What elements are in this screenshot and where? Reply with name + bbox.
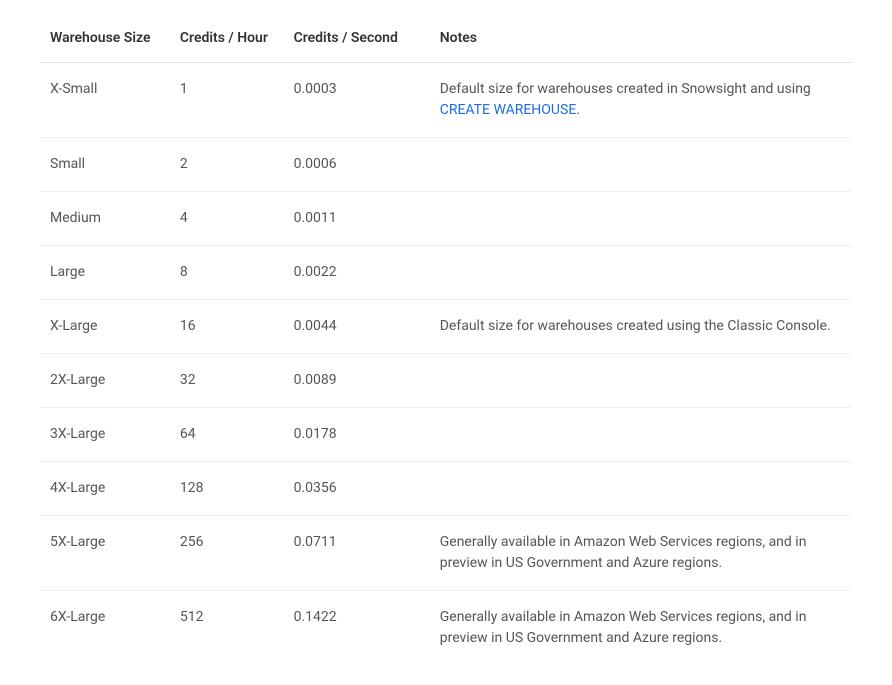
cell-cph: 64 bbox=[170, 408, 284, 462]
cell-cps: 0.1422 bbox=[284, 591, 430, 666]
cell-cph: 512 bbox=[170, 591, 284, 666]
cell-size: Large bbox=[40, 246, 170, 300]
cell-size: Small bbox=[40, 138, 170, 192]
table-row: 3X-Large 64 0.0178 bbox=[40, 408, 852, 462]
cell-cph: 16 bbox=[170, 300, 284, 354]
cell-cps: 0.0022 bbox=[284, 246, 430, 300]
table-header-row: Warehouse Size Credits / Hour Credits / … bbox=[40, 20, 852, 63]
cell-size: 4X-Large bbox=[40, 462, 170, 516]
cell-cph: 1 bbox=[170, 63, 284, 138]
cell-cps: 0.0011 bbox=[284, 192, 430, 246]
cell-size: 5X-Large bbox=[40, 516, 170, 591]
cell-size: 2X-Large bbox=[40, 354, 170, 408]
cell-size: X-Large bbox=[40, 300, 170, 354]
cell-cph: 4 bbox=[170, 192, 284, 246]
table-row: Large 8 0.0022 bbox=[40, 246, 852, 300]
table-row: 5X-Large 256 0.0711 Generally available … bbox=[40, 516, 852, 591]
cell-notes: Generally available in Amazon Web Servic… bbox=[430, 516, 852, 591]
cell-cps: 0.0006 bbox=[284, 138, 430, 192]
cell-notes: Default size for warehouses created in S… bbox=[430, 63, 852, 138]
cell-size: Medium bbox=[40, 192, 170, 246]
cell-cph: 32 bbox=[170, 354, 284, 408]
cell-cps: 0.0711 bbox=[284, 516, 430, 591]
header-notes: Notes bbox=[430, 20, 852, 63]
cell-cph: 256 bbox=[170, 516, 284, 591]
header-cps: Credits / Second bbox=[284, 20, 430, 63]
cell-notes: Generally available in Amazon Web Servic… bbox=[430, 591, 852, 666]
cell-cph: 8 bbox=[170, 246, 284, 300]
cell-size: 6X-Large bbox=[40, 591, 170, 666]
create-warehouse-link[interactable]: CREATE WAREHOUSE bbox=[440, 102, 577, 118]
warehouse-size-table: Warehouse Size Credits / Hour Credits / … bbox=[40, 20, 852, 665]
notes-text-suffix: . bbox=[576, 102, 580, 118]
table-row: 4X-Large 128 0.0356 bbox=[40, 462, 852, 516]
table-row: 2X-Large 32 0.0089 bbox=[40, 354, 852, 408]
cell-cps: 0.0044 bbox=[284, 300, 430, 354]
table-row: X-Large 16 0.0044 Default size for wareh… bbox=[40, 300, 852, 354]
cell-notes bbox=[430, 408, 852, 462]
cell-size: 3X-Large bbox=[40, 408, 170, 462]
notes-text-prefix: Default size for warehouses created in S… bbox=[440, 81, 811, 97]
cell-size: X-Small bbox=[40, 63, 170, 138]
cell-notes bbox=[430, 246, 852, 300]
cell-notes: Default size for warehouses created usin… bbox=[430, 300, 852, 354]
cell-notes bbox=[430, 192, 852, 246]
header-cph: Credits / Hour bbox=[170, 20, 284, 63]
header-size: Warehouse Size bbox=[40, 20, 170, 63]
cell-cps: 0.0003 bbox=[284, 63, 430, 138]
cell-notes bbox=[430, 354, 852, 408]
table-row: Small 2 0.0006 bbox=[40, 138, 852, 192]
table-row: Medium 4 0.0011 bbox=[40, 192, 852, 246]
cell-cps: 0.0089 bbox=[284, 354, 430, 408]
table-row: X-Small 1 0.0003 Default size for wareho… bbox=[40, 63, 852, 138]
cell-notes bbox=[430, 462, 852, 516]
cell-cph: 128 bbox=[170, 462, 284, 516]
cell-cps: 0.0178 bbox=[284, 408, 430, 462]
cell-cps: 0.0356 bbox=[284, 462, 430, 516]
cell-cph: 2 bbox=[170, 138, 284, 192]
cell-notes bbox=[430, 138, 852, 192]
table-row: 6X-Large 512 0.1422 Generally available … bbox=[40, 591, 852, 666]
